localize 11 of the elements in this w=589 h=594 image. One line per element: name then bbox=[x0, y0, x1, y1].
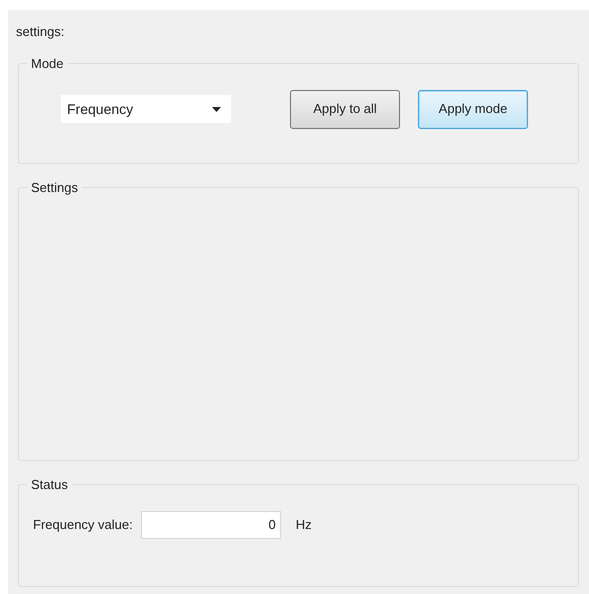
action-button[interactable]: Apply to all bbox=[290, 90, 400, 128]
frequency-field[interactable]: 0 bbox=[140, 510, 281, 538]
field-label: Frequency value: bbox=[33, 516, 133, 534]
action-button[interactable]: Apply mode bbox=[418, 90, 528, 128]
group-title: Status bbox=[30, 476, 69, 494]
caret-icon bbox=[212, 106, 221, 112]
section-title: settings: bbox=[16, 23, 64, 42]
mode-dropdown[interactable]: Frequency bbox=[61, 95, 231, 123]
unit-label: Hz bbox=[296, 516, 312, 534]
group-title: Mode bbox=[30, 55, 65, 73]
group-title: Settings bbox=[30, 179, 79, 197]
